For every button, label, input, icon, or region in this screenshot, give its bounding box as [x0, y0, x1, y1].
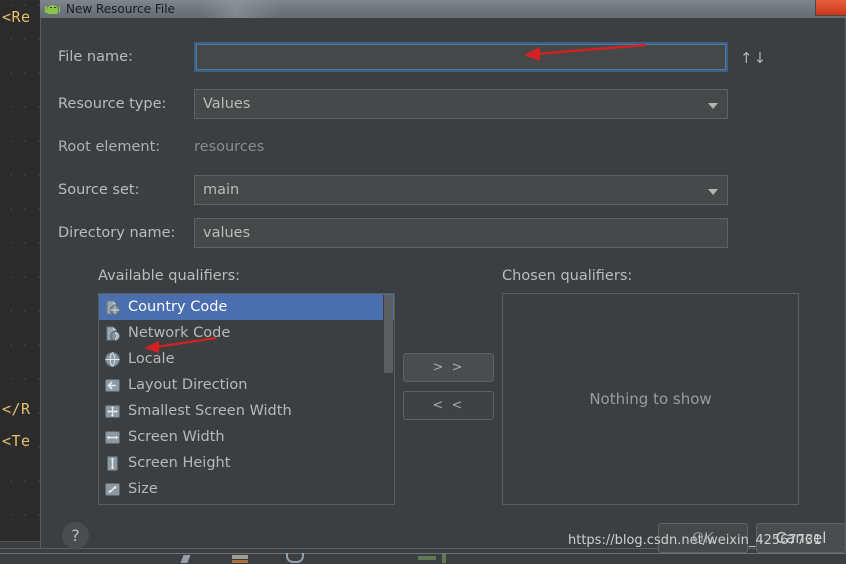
- root-element-value: resources: [194, 139, 265, 155]
- size-icon: [104, 481, 121, 498]
- directory-name-input[interactable]: [194, 218, 728, 248]
- list-item[interactable]: Size: [99, 476, 394, 502]
- source-set-value: main: [203, 182, 240, 198]
- list-item[interactable]: Layout Direction: [99, 372, 394, 398]
- resource-type-row: Resource type: Values: [58, 89, 728, 119]
- chosen-qualifiers-list[interactable]: Nothing to show: [502, 293, 799, 505]
- editor-code-line: </R: [2, 400, 31, 418]
- watermark-url: https://blog.csdn.net/weixin_42567731: [568, 533, 822, 548]
- chosen-qualifiers-label: Chosen qualifiers:: [502, 268, 633, 284]
- resource-type-label: Resource type:: [58, 96, 167, 112]
- android-icon: [45, 4, 60, 15]
- directory-name-row: Directory name:: [58, 218, 728, 248]
- smallest-screen-width-icon: [104, 403, 121, 420]
- list-item[interactable]: Network Code: [99, 320, 394, 346]
- list-item-label: Layout Direction: [128, 377, 248, 393]
- locale-globe-icon: [104, 351, 121, 368]
- close-icon[interactable]: [815, 0, 846, 16]
- list-item-label: Screen Height: [128, 455, 231, 471]
- status-bar-glyph: [286, 553, 304, 563]
- list-item[interactable]: Screen Height: [99, 450, 394, 476]
- root-element-row: Root element: resources: [58, 132, 264, 162]
- list-item-label: Locale: [128, 351, 175, 367]
- title-bar-highlight: [200, 0, 280, 18]
- editor-code-line: <Re: [2, 8, 31, 26]
- list-item[interactable]: Screen Width: [99, 424, 394, 450]
- list-item[interactable]: Smallest Screen Width: [99, 398, 394, 424]
- status-bar-glyph: [232, 555, 248, 559]
- editor-code-line: <Te: [2, 432, 31, 450]
- root-element-label: Root element:: [58, 139, 161, 155]
- available-list-scrollbar[interactable]: [383, 295, 393, 504]
- help-button[interactable]: ?: [62, 522, 89, 549]
- file-name-label: File name:: [58, 49, 133, 65]
- file-name-row: File name:: [58, 42, 728, 72]
- list-item-label: Size: [128, 481, 158, 497]
- add-qualifier-button[interactable]: > >: [403, 353, 494, 382]
- list-item-label: Network Code: [128, 325, 231, 341]
- list-item[interactable]: Locale: [99, 346, 394, 372]
- list-item-label: Country Code: [128, 299, 228, 315]
- dialog-content: File name: ↑↓ Resource type: Values Root…: [40, 18, 846, 553]
- dialog-title: New Resource File: [66, 2, 175, 16]
- source-set-label: Source set:: [58, 182, 140, 198]
- status-bar-glyph: [442, 553, 446, 563]
- source-set-row: Source set: main: [58, 175, 728, 205]
- chevron-down-icon: [708, 103, 718, 109]
- available-qualifiers-list[interactable]: Country Code Network Code Locale Layout …: [98, 293, 395, 505]
- resource-type-select[interactable]: Values: [194, 89, 728, 119]
- screen-height-icon: [104, 455, 121, 472]
- scrollbar-thumb[interactable]: [384, 295, 393, 373]
- dialog-title-bar[interactable]: New Resource File: [40, 0, 846, 18]
- status-bar-divider-secondary: [0, 553, 846, 554]
- remove-qualifier-button[interactable]: < <: [403, 391, 494, 420]
- list-item[interactable]: Country Code: [99, 294, 394, 320]
- layout-direction-icon: [104, 377, 121, 394]
- status-bar-glyph: [418, 556, 436, 560]
- editor-indent-guides: [0, 0, 40, 564]
- source-set-select[interactable]: main: [194, 175, 728, 205]
- status-bar-glyph: [232, 560, 248, 563]
- file-name-input[interactable]: [194, 42, 728, 72]
- resource-type-value: Values: [203, 96, 251, 112]
- status-bar-glyph: [180, 555, 191, 563]
- screen-width-icon: [104, 429, 121, 446]
- directory-name-label: Directory name:: [58, 225, 176, 241]
- available-qualifiers-label: Available qualifiers:: [98, 268, 241, 284]
- list-item-label: Smallest Screen Width: [128, 403, 292, 419]
- country-code-icon: [104, 299, 121, 316]
- sort-order-toggle-icon[interactable]: ↑↓: [740, 48, 766, 68]
- network-code-icon: [104, 325, 121, 342]
- new-resource-file-dialog: New Resource File File name: ↑↓ Resource…: [40, 0, 846, 553]
- list-item-label: Screen Width: [128, 429, 225, 445]
- chevron-down-icon: [708, 189, 718, 195]
- chosen-empty-message: Nothing to show: [589, 390, 712, 408]
